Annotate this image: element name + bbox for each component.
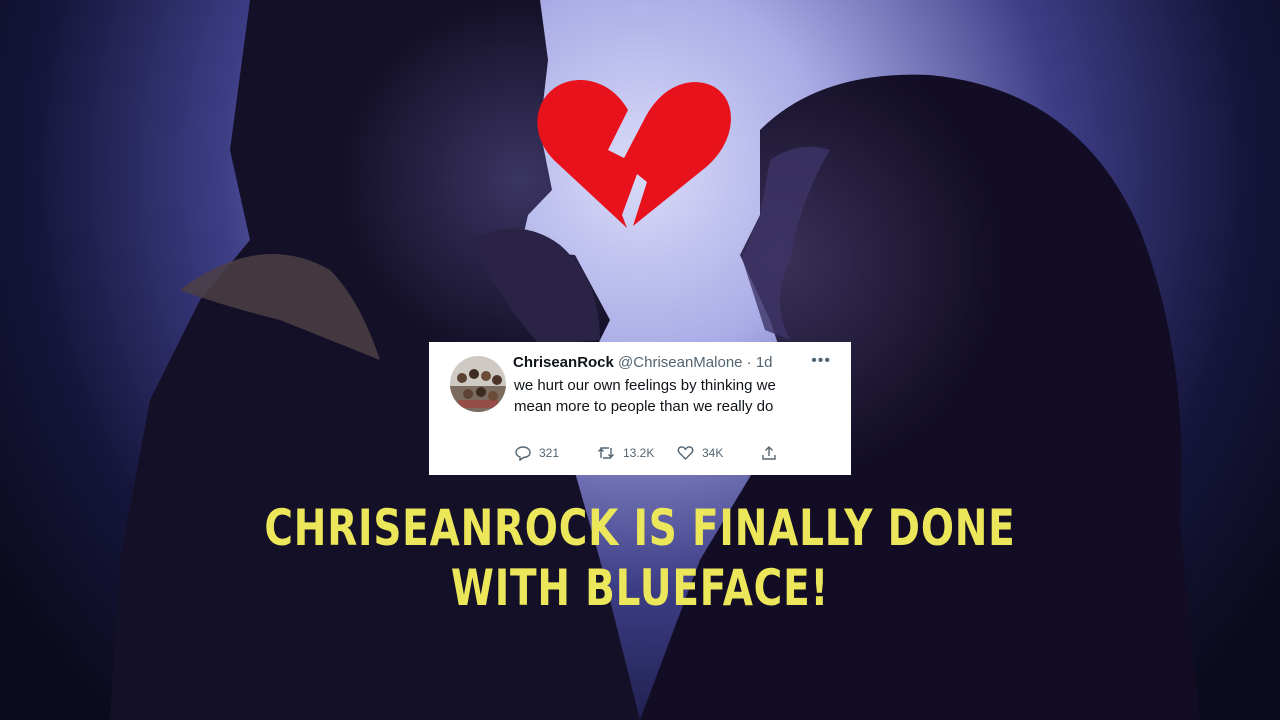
like-button[interactable]: 34K [677, 445, 723, 461]
separator: · [742, 354, 756, 371]
handle[interactable]: @ChriseanMalone [618, 354, 742, 371]
like-count: 34K [702, 446, 724, 460]
tweet-card[interactable]: ChriseanRock @ChriseanMalone · 1d ••• we… [429, 342, 851, 475]
tweet-age[interactable]: 1d [756, 354, 773, 371]
tweet-header: ChriseanRock @ChriseanMalone · 1d [513, 354, 833, 372]
avatar [450, 356, 506, 412]
reply-button[interactable]: 321 [515, 445, 559, 461]
tweet-text: we hurt our own feelings by thinking we … [514, 377, 776, 415]
reply-icon [515, 446, 531, 461]
retweet-count: 13.2K [623, 446, 655, 460]
heart-icon [677, 446, 694, 460]
retweet-icon [598, 447, 614, 459]
reply-count: 321 [539, 446, 560, 460]
share-button[interactable] [761, 445, 785, 461]
headline-caption: CHRISEANROCK IS FINALLY DONE WITH BLUEFA… [264, 499, 1016, 617]
display-name[interactable]: ChriseanRock [513, 354, 614, 371]
more-options-icon[interactable]: ••• [811, 352, 831, 370]
retweet-button[interactable]: 13.2K [597, 445, 654, 461]
share-icon [762, 446, 776, 460]
